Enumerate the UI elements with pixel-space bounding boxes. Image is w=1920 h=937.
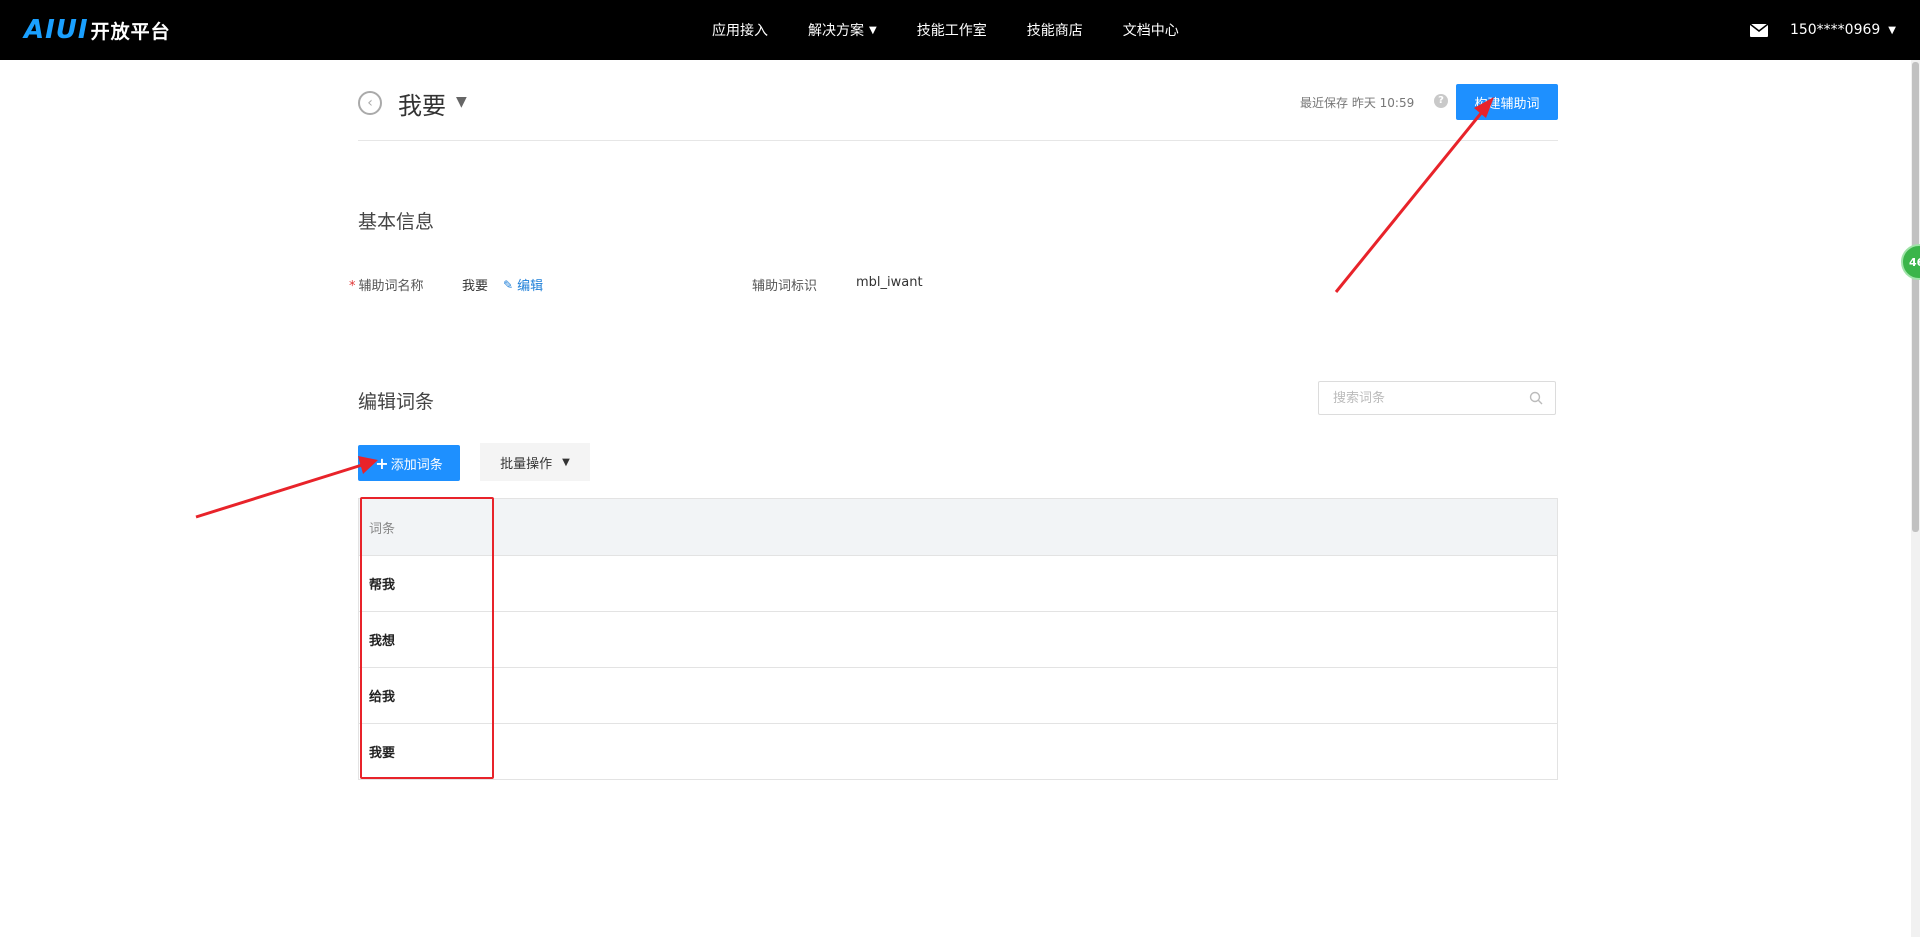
page-title: 我要 — [398, 92, 446, 120]
nav-label: 解决方案 — [808, 23, 864, 39]
search-box — [1318, 381, 1556, 415]
name-field-label: * 辅助词名称 — [349, 275, 424, 294]
caret-down-icon: ▼ — [1888, 24, 1896, 36]
plus-icon: + — [375, 453, 389, 473]
search-input[interactable] — [1331, 389, 1529, 407]
annotation-arrow-to-add — [195, 456, 378, 519]
caret-down-icon: ▼ — [869, 24, 877, 36]
table-header: 词条 — [359, 499, 1557, 556]
last-saved-info: 最近保存 昨天 10:59 — [1300, 96, 1415, 110]
scrollbar-thumb[interactable] — [1912, 62, 1919, 532]
entries-title: 编辑词条 — [358, 391, 435, 413]
annotation-highlight-box — [360, 497, 494, 779]
nav-item-skill-store[interactable]: 技能商店 — [1027, 20, 1083, 40]
top-navbar: AIUI 开放平台 应用接入 解决方案 ▼ 技能工作室 技能商店 文档中心 150… — [0, 0, 1920, 60]
name-field-value: 我要 — [462, 279, 489, 294]
batch-operation-button[interactable]: 批量操作 ▼ — [480, 443, 590, 481]
nav-label: 文档中心 — [1122, 23, 1179, 39]
main-nav: 应用接入 解决方案 ▼ 技能工作室 技能商店 文档中心 — [712, 0, 1219, 60]
help-icon[interactable]: ? — [1434, 94, 1448, 108]
edit-label: 编辑 — [517, 279, 544, 294]
id-field-label: 辅助词标识 — [752, 279, 818, 294]
page-header: ‹ 我要 ▼ 最近保存 昨天 10:59 ? 构建辅助词 — [358, 80, 1558, 140]
header-divider — [358, 140, 1558, 141]
title-dropdown-icon[interactable]: ▼ — [456, 94, 467, 110]
user-menu[interactable]: 150****0969 ▼ — [1790, 22, 1896, 38]
batch-label: 批量操作 — [500, 456, 553, 472]
top-right-area: 150****0969 ▼ — [1749, 0, 1896, 60]
entries-table: 词条 帮我 我想 给我 我要 — [358, 498, 1558, 780]
required-mark: * — [349, 279, 356, 294]
table-row[interactable]: 帮我 — [359, 556, 1557, 612]
nav-item-app-access[interactable]: 应用接入 — [712, 20, 768, 40]
pencil-icon: ✎ — [503, 277, 514, 292]
logo-mark: AIUI — [24, 15, 89, 45]
logo-text: 开放平台 — [90, 20, 171, 43]
search-icon[interactable] — [1529, 391, 1543, 405]
floating-badge[interactable]: 46 — [1901, 244, 1920, 280]
id-field-value: mbl_iwant — [856, 275, 923, 290]
mail-icon[interactable] — [1749, 23, 1768, 37]
table-row[interactable]: 给我 — [359, 668, 1557, 724]
nav-label: 技能商店 — [1026, 23, 1083, 39]
edit-name-link[interactable]: ✎ 编辑 — [503, 275, 544, 295]
build-button[interactable]: 构建辅助词 — [1456, 84, 1558, 120]
logo[interactable]: AIUI 开放平台 — [24, 14, 171, 46]
nav-item-solutions[interactable]: 解决方案 ▼ — [808, 20, 877, 40]
nav-label: 技能工作室 — [916, 23, 987, 39]
user-phone: 150****0969 — [1789, 22, 1881, 38]
basic-info-title: 基本信息 — [358, 211, 435, 233]
back-icon[interactable]: ‹ — [358, 91, 382, 115]
table-row[interactable]: 我要 — [359, 724, 1557, 780]
nav-item-docs[interactable]: 文档中心 — [1123, 20, 1179, 40]
name-label-text: 辅助词名称 — [358, 279, 424, 294]
add-entry-label: 添加词条 — [390, 457, 443, 473]
caret-down-icon: ▼ — [562, 456, 570, 468]
nav-item-skill-studio[interactable]: 技能工作室 — [917, 20, 987, 40]
add-entry-button[interactable]: + 添加词条 — [358, 445, 460, 481]
table-row[interactable]: 我想 — [359, 612, 1557, 668]
nav-label: 应用接入 — [712, 23, 768, 39]
